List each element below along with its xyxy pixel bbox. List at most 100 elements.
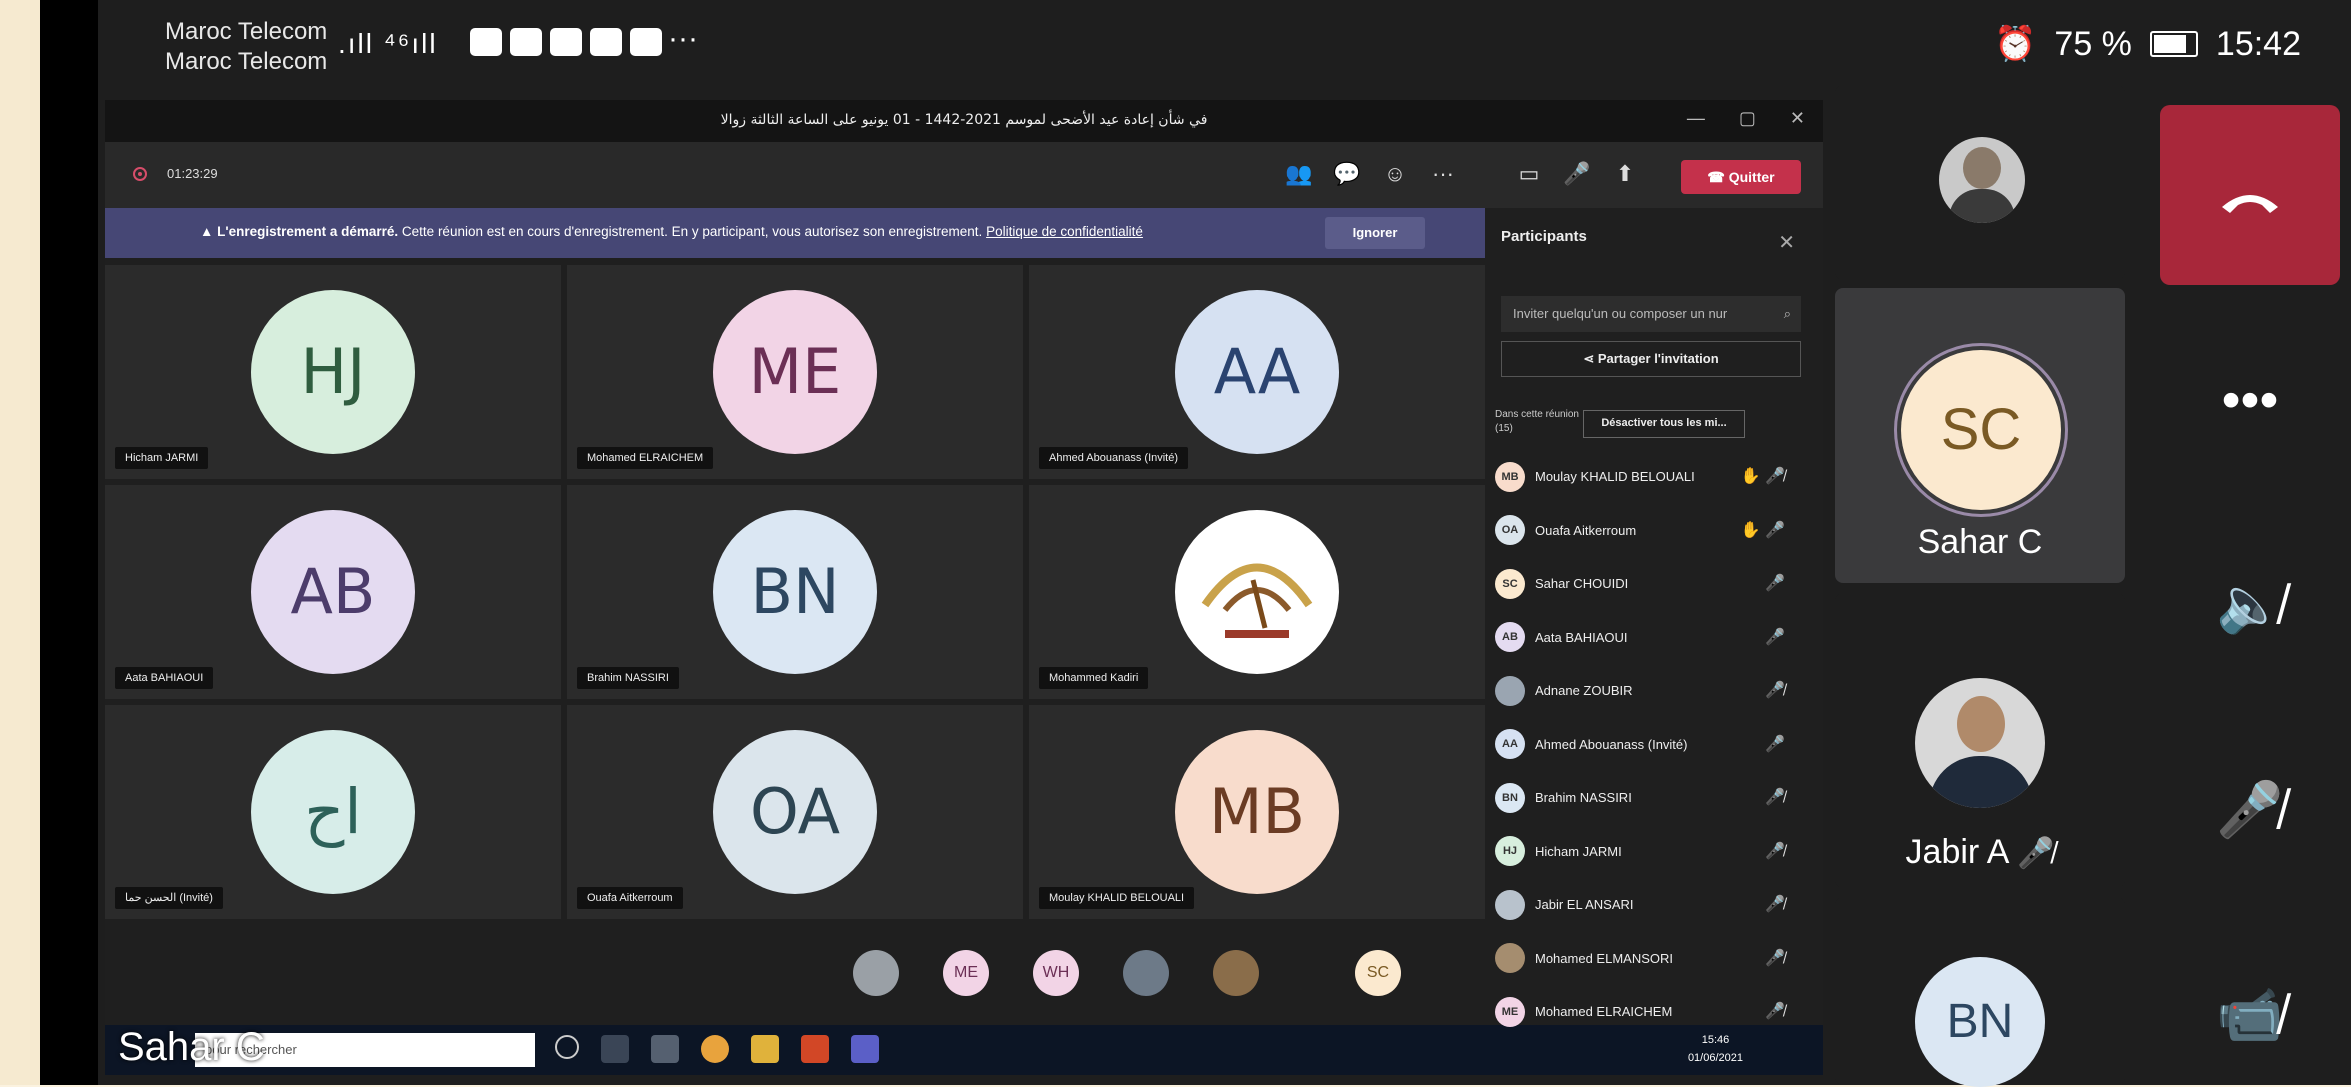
video-tile[interactable]: MB Moulay KHALID BELOUALI bbox=[1029, 705, 1485, 919]
share-invite-button[interactable]: ⋖ Partager l'invitation bbox=[1501, 341, 1801, 377]
app-icon[interactable] bbox=[651, 1035, 679, 1063]
video-tile[interactable]: OA Ouafa Aitkerroum bbox=[567, 705, 1023, 919]
chrome-icon[interactable] bbox=[701, 1035, 729, 1063]
section-count: (15) bbox=[1495, 423, 1513, 434]
camera-icon[interactable]: ▭ bbox=[1515, 160, 1543, 188]
video-tile[interactable]: AA Ahmed Abouanass (Invité) bbox=[1029, 265, 1485, 479]
mic-icon[interactable]: 🎤 bbox=[1563, 160, 1591, 188]
participant-name: Jabir A 🎤̸ bbox=[1835, 833, 2125, 872]
leave-label: Quitter bbox=[1728, 169, 1775, 185]
carrier-labels: Maroc Telecom Maroc Telecom bbox=[165, 17, 327, 77]
maximize-icon[interactable]: ▢ bbox=[1739, 108, 1756, 129]
list-item[interactable]: HJ Hicham JARMI 🎤̸ bbox=[1495, 825, 1805, 879]
more-options-button[interactable]: ••• bbox=[2160, 340, 2340, 460]
avatar: HJ bbox=[1495, 836, 1525, 867]
participant-name: Sahar C bbox=[1917, 523, 2043, 561]
participant-card-jabir[interactable]: Jabir A 🎤̸ bbox=[1835, 593, 2125, 888]
battery-percent: 75 % bbox=[2054, 24, 2132, 63]
list-item[interactable]: OA Ouafa Aitkerroum ✋ 🎤 bbox=[1495, 504, 1805, 558]
mini-avatar[interactable]: SC bbox=[1355, 950, 1401, 996]
window-titlebar: في شأن إعادة عيد الأضحى لموسم 2021-1442 … bbox=[105, 100, 1823, 142]
avatar: OA bbox=[713, 730, 877, 894]
video-tile[interactable]: اح الحسن حما (Invité) bbox=[105, 705, 561, 919]
participants-icon[interactable]: 👥 bbox=[1285, 160, 1313, 188]
more-notifications-icon: ··· bbox=[668, 22, 698, 55]
mic-off-icon: 🎤̸ bbox=[2017, 837, 2055, 870]
overflow-avatars: ME WH SC bbox=[105, 930, 1485, 1030]
mini-avatar[interactable] bbox=[1123, 950, 1169, 996]
status-icon: ✋ 🎤 bbox=[1740, 521, 1785, 539]
mini-avatar[interactable] bbox=[1213, 950, 1259, 996]
participant-card-bn[interactable]: BN bbox=[1835, 897, 2125, 1087]
mini-avatar[interactable]: WH bbox=[1033, 950, 1079, 996]
participant-name: Moulay KHALID BELOUALI bbox=[1535, 469, 1695, 485]
video-tile[interactable]: Mohammed Kadiri bbox=[1029, 485, 1485, 699]
participant-card[interactable] bbox=[1835, 85, 2125, 280]
mute-all-button[interactable]: Désactiver tous les mi... bbox=[1583, 410, 1745, 438]
avatar: AB bbox=[1495, 622, 1525, 653]
avatar: SC bbox=[1901, 350, 2061, 510]
avatar bbox=[1495, 889, 1525, 920]
participant-name: Brahim NASSIRI bbox=[1535, 790, 1632, 806]
share-icon[interactable]: ⬆ bbox=[1611, 160, 1639, 188]
list-item[interactable]: SC Sahar CHOUIDI 🎤 bbox=[1495, 557, 1805, 611]
teams-icon[interactable] bbox=[851, 1035, 879, 1063]
banner-text: ▲ L'enregistrement a démarré. Cette réun… bbox=[200, 224, 1143, 239]
mini-avatar[interactable]: ME bbox=[943, 950, 989, 996]
notification-icon bbox=[510, 28, 542, 56]
powerpoint-icon[interactable] bbox=[801, 1035, 829, 1063]
section-label: Dans cette réunion bbox=[1495, 409, 1579, 420]
list-item[interactable]: Mohamed ELMANSORI 🎤̸ bbox=[1495, 932, 1805, 986]
task-view-icon[interactable] bbox=[601, 1035, 629, 1063]
list-item[interactable]: AA Ahmed Abouanass (Invité) 🎤 bbox=[1495, 718, 1805, 772]
list-item[interactable]: ME Mohamed ELRAICHEM 🎤̸ bbox=[1495, 985, 1805, 1039]
list-item[interactable]: Jabir EL ANSARI 🎤̸ bbox=[1495, 878, 1805, 932]
mic-toggle-button[interactable]: 🎤̸ bbox=[2160, 750, 2340, 870]
participant-card-sahar[interactable]: SC Sahar C bbox=[1835, 288, 2125, 583]
cortana-icon[interactable] bbox=[555, 1035, 579, 1059]
ignore-button[interactable]: Ignorer bbox=[1325, 217, 1425, 249]
reactions-icon[interactable]: ☺ bbox=[1381, 160, 1409, 188]
privacy-link[interactable]: Politique de confidentialité bbox=[986, 224, 1143, 239]
speaker-toggle-button[interactable]: 🔈̸ bbox=[2160, 545, 2340, 665]
avatar: AA bbox=[1495, 729, 1525, 760]
video-tile[interactable]: AB Aata BAHIAOUI bbox=[105, 485, 561, 699]
video-tile[interactable]: ME Mohamed ELRAICHEM bbox=[567, 265, 1023, 479]
phone-bezel bbox=[40, 0, 98, 1085]
avatar: HJ bbox=[251, 290, 415, 454]
video-tile[interactable]: HJ Hicham JARMI bbox=[105, 265, 561, 479]
folder-icon[interactable] bbox=[751, 1035, 779, 1063]
more-icon[interactable]: ··· bbox=[1429, 160, 1457, 188]
hangup-icon bbox=[2222, 195, 2278, 213]
mini-avatar[interactable] bbox=[853, 950, 899, 996]
list-item[interactable]: AB Aata BAHIAOUI 🎤 bbox=[1495, 611, 1805, 665]
section-header[interactable]: Dans cette réunion (15) bbox=[1495, 408, 1579, 436]
list-item[interactable]: Adnane ZOUBIR 🎤̸ bbox=[1495, 664, 1805, 718]
participants-panel: Participants ✕ Inviter quelqu'un ou comp… bbox=[1485, 208, 1815, 1027]
taskbar-date: 01/06/2021 bbox=[1687, 1052, 1743, 1064]
tile-name: الحسن حما (Invité) bbox=[115, 887, 223, 909]
panel-title: Participants bbox=[1501, 228, 1587, 245]
close-icon[interactable]: ✕ bbox=[1790, 108, 1805, 129]
alarm-icon: ⏰ bbox=[1994, 25, 2037, 63]
video-tile[interactable]: BN Brahim NASSIRI bbox=[567, 485, 1023, 699]
leave-button[interactable]: ☎ Quitter bbox=[1681, 160, 1801, 194]
notification-icon bbox=[550, 28, 582, 56]
phone-participant-column: SC Sahar C Jabir A 🎤̸ BN bbox=[1835, 85, 2125, 1087]
status-icon: 🎤̸ bbox=[1765, 896, 1785, 913]
camera-toggle-button[interactable]: 📹̸ bbox=[2160, 955, 2340, 1075]
list-item[interactable]: BN Brahim NASSIRI 🎤̸ bbox=[1495, 771, 1805, 825]
status-icon: ✋ 🎤̸ bbox=[1740, 468, 1785, 485]
list-item[interactable]: MB Moulay KHALID BELOUALI ✋ 🎤̸ bbox=[1495, 450, 1805, 504]
status-icon: 🎤̸ bbox=[1765, 949, 1785, 967]
close-icon[interactable]: ✕ bbox=[1778, 230, 1795, 255]
hangup-button[interactable] bbox=[2160, 105, 2340, 285]
chat-icon[interactable]: 💬 bbox=[1333, 160, 1361, 188]
avatar-photo bbox=[1915, 678, 2045, 808]
status-icon: 🎤 bbox=[1765, 575, 1785, 592]
invite-input[interactable]: Inviter quelqu'un ou composer un nur ⌕ bbox=[1501, 296, 1801, 332]
banner-body: Cette réunion est en cours d'enregistrem… bbox=[401, 224, 983, 239]
minimize-icon[interactable]: — bbox=[1687, 108, 1705, 129]
tile-name: Mohammed Kadiri bbox=[1039, 667, 1149, 689]
share-label: Partager l'invitation bbox=[1597, 351, 1719, 366]
